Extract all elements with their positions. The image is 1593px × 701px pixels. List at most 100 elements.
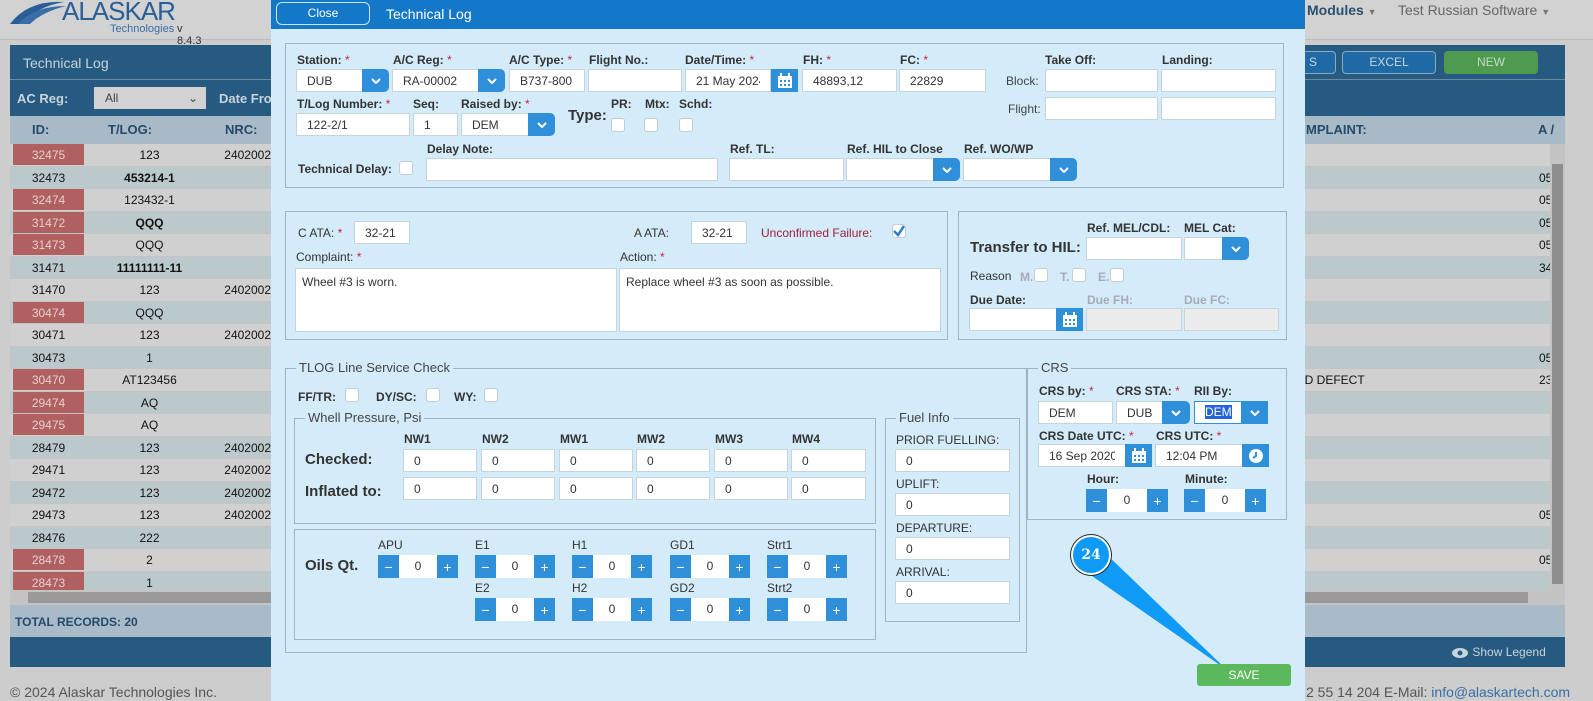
mel-cat-select[interactable] bbox=[1184, 237, 1223, 260]
mel-cat-dropdown-button[interactable] bbox=[1222, 237, 1249, 260]
inflated-nw2-field[interactable] bbox=[481, 477, 555, 500]
tlog-number-field[interactable] bbox=[296, 113, 410, 136]
row-id[interactable]: 30473 bbox=[13, 347, 84, 368]
increment-button[interactable]: + bbox=[631, 598, 652, 621]
oil-apu-stepper[interactable]: −0 + bbox=[378, 555, 458, 578]
oil-strt2-stepper[interactable]: −0 + bbox=[767, 598, 847, 621]
raised-by-select[interactable] bbox=[461, 113, 529, 136]
block-landing-field[interactable] bbox=[1161, 69, 1276, 92]
ac-reg-field[interactable] bbox=[392, 69, 479, 92]
column-header-tlog[interactable]: T/LOG: bbox=[108, 122, 152, 137]
decrement-button[interactable]: − bbox=[767, 598, 788, 621]
fc-field[interactable] bbox=[899, 69, 986, 92]
oil-value[interactable]: 0 bbox=[593, 598, 631, 621]
technical-delay-checkbox[interactable] bbox=[399, 161, 413, 175]
rii-by-select[interactable]: DEM bbox=[1194, 401, 1242, 424]
increment-button[interactable]: + bbox=[1147, 489, 1168, 512]
c-ata-field[interactable] bbox=[354, 221, 410, 244]
oil-gd2-stepper[interactable]: −0 + bbox=[670, 598, 750, 621]
decrement-button[interactable]: − bbox=[572, 555, 593, 578]
reason-m-checkbox[interactable] bbox=[1034, 268, 1048, 282]
checked-nw1-field[interactable] bbox=[403, 449, 477, 472]
flight-landing-field[interactable] bbox=[1161, 97, 1276, 120]
date-time-field[interactable] bbox=[685, 69, 771, 92]
row-id[interactable]: 29475 bbox=[13, 414, 84, 435]
row-id[interactable]: 31471 bbox=[13, 257, 84, 278]
oil-value[interactable]: 0 bbox=[788, 598, 826, 621]
station-select[interactable] bbox=[296, 69, 363, 92]
ac-reg-select[interactable]: All ⌄ bbox=[94, 87, 206, 109]
increment-button[interactable]: + bbox=[826, 555, 847, 578]
column-header-complaint[interactable]: MPLAINT: bbox=[1306, 122, 1367, 137]
crs-by-field[interactable] bbox=[1038, 401, 1113, 424]
decrement-button[interactable]: − bbox=[378, 555, 399, 578]
scrollbar-thumb[interactable] bbox=[1552, 164, 1563, 584]
crs-time-field[interactable] bbox=[1155, 444, 1243, 467]
ref-hil-select[interactable] bbox=[846, 158, 934, 181]
arrival-field[interactable] bbox=[895, 581, 1010, 604]
row-id[interactable]: 28478 bbox=[13, 549, 84, 570]
increment-button[interactable]: + bbox=[826, 598, 847, 621]
row-id[interactable]: 28476 bbox=[13, 527, 84, 548]
inflated-mw1-field[interactable] bbox=[559, 477, 633, 500]
time-picker-button[interactable] bbox=[1242, 444, 1269, 467]
oil-h1-stepper[interactable]: −0 + bbox=[572, 555, 652, 578]
increment-button[interactable]: + bbox=[534, 598, 555, 621]
row-id[interactable]: 31470 bbox=[13, 279, 84, 300]
oil-value[interactable]: 0 bbox=[691, 598, 729, 621]
mtx-checkbox[interactable] bbox=[644, 118, 658, 132]
oil-value[interactable]: 0 bbox=[496, 555, 534, 578]
oil-e2-stepper[interactable]: −0 + bbox=[475, 598, 555, 621]
row-id[interactable]: 30470 bbox=[13, 369, 84, 390]
increment-button[interactable]: + bbox=[729, 598, 750, 621]
oil-value[interactable]: 0 bbox=[496, 598, 534, 621]
minute-stepper[interactable]: −0 + bbox=[1184, 489, 1266, 512]
row-id[interactable]: 29474 bbox=[13, 391, 84, 413]
raised-by-dropdown-button[interactable] bbox=[528, 113, 555, 136]
seq-field[interactable] bbox=[413, 113, 458, 136]
ref-wo-select[interactable] bbox=[963, 158, 1051, 181]
checked-mw2-field[interactable] bbox=[636, 449, 710, 472]
fftr-checkbox[interactable] bbox=[345, 388, 359, 402]
crs-sta-select[interactable] bbox=[1116, 401, 1163, 424]
row-id[interactable]: 32474 bbox=[13, 189, 84, 210]
unconfirmed-failure-checkbox[interactable] bbox=[892, 224, 906, 238]
excel-button[interactable]: EXCEL bbox=[1342, 51, 1436, 74]
ref-wo-dropdown-button[interactable] bbox=[1050, 158, 1077, 181]
decrement-button[interactable]: − bbox=[670, 598, 691, 621]
decrement-button[interactable]: − bbox=[475, 598, 496, 621]
increment-button[interactable]: + bbox=[1245, 489, 1266, 512]
due-date-picker-button[interactable] bbox=[1056, 308, 1083, 331]
decrement-button[interactable]: − bbox=[1184, 489, 1205, 512]
reason-t-checkbox[interactable] bbox=[1072, 268, 1086, 282]
row-id[interactable]: 29471 bbox=[13, 459, 84, 480]
oil-value[interactable]: 0 bbox=[399, 555, 437, 578]
decrement-button[interactable]: − bbox=[572, 598, 593, 621]
delay-note-field[interactable] bbox=[426, 158, 718, 181]
row-id[interactable]: 31472 bbox=[13, 211, 84, 233]
inflated-nw1-field[interactable] bbox=[403, 477, 477, 500]
crs-date-picker-button[interactable] bbox=[1125, 444, 1152, 467]
oil-value[interactable]: 0 bbox=[691, 555, 729, 578]
inflated-mw4-field[interactable] bbox=[791, 477, 866, 500]
increment-button[interactable]: + bbox=[631, 555, 652, 578]
checked-mw1-field[interactable] bbox=[559, 449, 633, 472]
checked-mw4-field[interactable] bbox=[791, 449, 866, 472]
oil-e1-stepper[interactable]: −0 + bbox=[475, 555, 555, 578]
increment-button[interactable]: + bbox=[534, 555, 555, 578]
complaint-textarea[interactable]: Wheel #3 is worn. bbox=[295, 268, 617, 332]
increment-button[interactable]: + bbox=[437, 555, 458, 578]
a-ata-field[interactable] bbox=[691, 221, 747, 244]
ref-hil-dropdown-button[interactable] bbox=[933, 158, 960, 181]
show-legend-button[interactable]: Show Legend bbox=[1451, 645, 1546, 659]
column-header-nrc[interactable]: NRC: bbox=[225, 122, 258, 137]
crs-sta-dropdown-button[interactable] bbox=[1162, 401, 1190, 424]
ac-reg-dropdown-button[interactable] bbox=[478, 69, 505, 92]
rii-by-dropdown-button[interactable] bbox=[1241, 401, 1268, 424]
decrement-button[interactable]: − bbox=[475, 555, 496, 578]
wy-checkbox[interactable] bbox=[484, 388, 498, 402]
row-id[interactable]: 28479 bbox=[13, 437, 84, 458]
inflated-mw2-field[interactable] bbox=[636, 477, 710, 500]
decrement-button[interactable]: − bbox=[670, 555, 691, 578]
ac-type-field[interactable] bbox=[509, 69, 585, 92]
